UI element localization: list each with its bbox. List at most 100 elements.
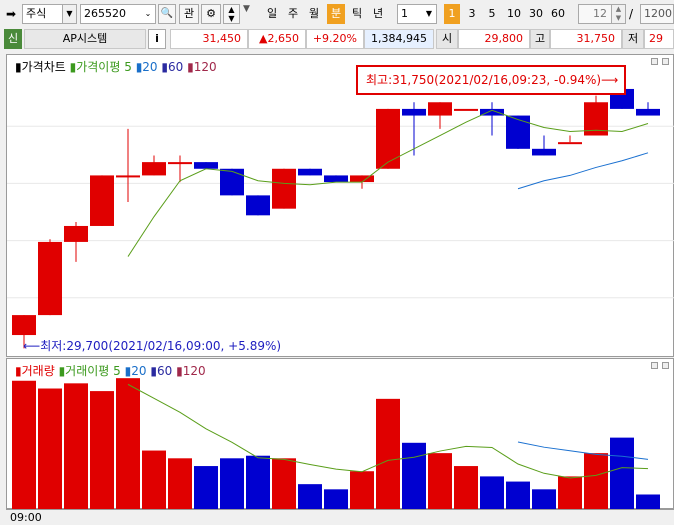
info-button[interactable]: i [148,29,166,49]
volume-bar [142,450,166,510]
search-icon: 🔍 [160,8,174,19]
minimize-button[interactable] [651,58,658,65]
candle-body [246,195,270,216]
volume-chart-panel[interactable]: ▮거래량 ▮거래이평 5 ▮20 ▮60 ▮120 [6,358,674,510]
candle-body [428,102,452,116]
preset-60[interactable]: 60 [548,4,568,24]
volume-legend-ma5: 5 [113,364,121,378]
volume-bar [558,476,582,510]
volume-bar [402,442,426,510]
volume-bar [38,388,62,510]
spin-icon[interactable]: ▲ ▼ [611,5,625,23]
slash-separator: / [629,7,634,21]
volume-bar [610,437,634,510]
volume-legend: ▮거래량 ▮거래이평 5 ▮20 ▮60 ▮120 [15,364,206,378]
candle-body [636,108,660,116]
chevron-down-icon[interactable]: ⌄ [141,5,155,23]
volume-bar [584,453,608,510]
period-tick[interactable]: 틱 [348,4,366,24]
volume-bar [428,453,452,510]
quote-bar: 신 AP시스템 i 31,450 ▲2,650 +9.20% 1,384,945… [0,28,674,50]
settings-button[interactable]: ⚙ [201,4,221,24]
volume-bar [506,481,530,510]
legend-title: 가격차트 [21,60,66,74]
dropdown-arrow-icon[interactable]: ▼ [243,4,250,14]
interval-value: 1 [401,7,408,20]
open-label: 시 [436,29,458,49]
price-chart-panel[interactable]: ▮가격차트 ▮가격이평 5 ▮20 ▮60 ▮120 최고:31,750(202… [6,54,674,357]
volume-bar [298,484,322,510]
legend-ma-label: 가격이평 [76,60,121,74]
candle-body [350,175,374,183]
preset-30[interactable]: 30 [526,4,546,24]
high-value: 31,750 [550,29,622,49]
price-change: ▲2,650 [248,29,306,49]
period-day[interactable]: 일 [263,4,281,24]
volume-value: 1,384,945 [364,29,434,49]
preset-5[interactable]: 5 [484,4,500,24]
legend-ma5: 5 [124,60,132,74]
period-month[interactable]: 월 [305,4,323,24]
candle-body [532,148,556,156]
candle-body [298,168,322,176]
change-percent: +9.20% [306,29,364,49]
code-input-value: 265520 [84,7,126,20]
market-select-value: 주식 [26,7,47,20]
candle-body [324,175,348,183]
watch-button[interactable]: 관 [179,4,199,24]
legend-ma60: 60 [168,60,184,74]
gear-icon: ⚙ [206,7,216,20]
candle-body [12,315,36,336]
volume-chart [12,378,660,510]
candle-body [64,225,88,242]
preset-1[interactable]: 1 [444,4,460,24]
maximize-button[interactable] [662,362,669,369]
interval-select[interactable]: 1 ▼ [397,4,437,24]
volume-bar [532,489,556,510]
candle-body [142,162,166,176]
preset-3[interactable]: 3 [464,4,480,24]
total-count: 1200 [640,4,674,24]
up-down-icon: ▲ ▼ [228,5,235,23]
open-value: 29,800 [458,29,530,49]
code-input[interactable]: 265520 ⌄ [80,4,156,24]
volume-bar [220,458,244,510]
period-year[interactable]: 년 [369,4,387,24]
price-chart [7,75,674,349]
volume-bar [376,398,400,510]
stepper-button[interactable]: ▲ ▼ [223,4,240,24]
candle-body [194,162,218,169]
period-minute[interactable]: 분 [327,4,345,24]
volume-legend-ma-label: 거래이평 [65,364,110,378]
preset-10[interactable]: 10 [504,4,524,24]
legend-ma120: 120 [193,60,217,74]
low-label: 저 [622,29,644,49]
volume-legend-ma120: 120 [182,364,206,378]
volume-bar [90,391,114,510]
high-label: 고 [530,29,550,49]
chevron-down-icon[interactable]: ▼ [62,5,76,23]
market-select[interactable]: 주식 ▼ [22,4,77,24]
period-week[interactable]: 주 [284,4,302,24]
watch-label: 관 [183,7,195,20]
volume-bar [194,466,218,510]
stock-name: AP시스템 [24,29,146,49]
volume-bar [350,471,374,510]
move-arrow-icon[interactable]: ➡ [6,7,16,21]
candle-body [272,168,296,209]
time-axis-label: 09:00 [10,511,42,524]
maximize-button[interactable] [662,58,669,65]
candle-body [90,175,114,226]
count-input[interactable]: 12 ▲ ▼ [578,4,626,24]
candle-body [402,108,426,116]
minimize-button[interactable] [651,362,658,369]
candle-body [38,241,62,316]
candle-body [116,175,140,178]
volume-legend-ma20: 20 [131,364,147,378]
chevron-down-icon[interactable]: ▼ [422,5,436,23]
candle-body [168,162,192,165]
search-button[interactable]: 🔍 [158,4,176,24]
volume-bar [636,494,660,510]
volume-bar [480,476,504,510]
min-price-annotation: ⟵최저:29,700(2021/02/16,09:00, +5.89%) [23,339,282,353]
